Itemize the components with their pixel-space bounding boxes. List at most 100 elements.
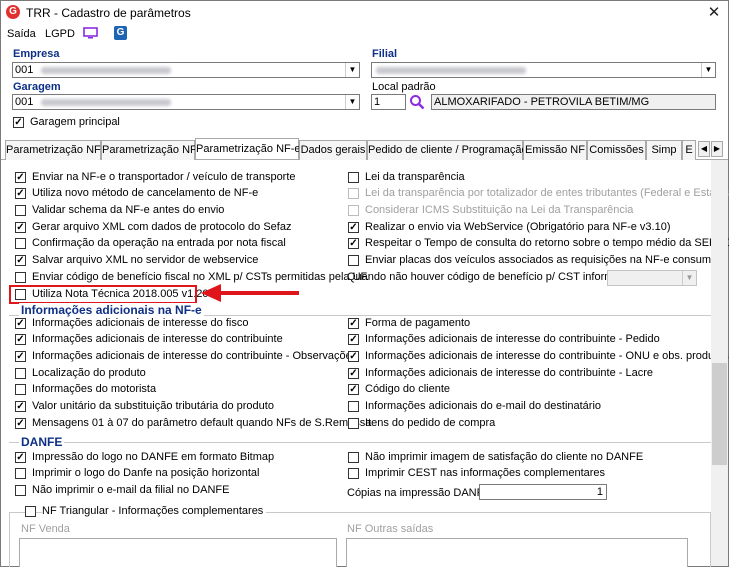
checkbox-danfe-left-2[interactable] [15, 485, 26, 496]
option-label: Informações adicionais de interesse do c… [32, 350, 358, 362]
check-icon: ✓ [14, 117, 23, 128]
checkbox-opt-right-3[interactable]: ✓ [348, 222, 359, 233]
checkbox-info-left-1[interactable]: ✓ [15, 334, 26, 345]
checkbox-info-left-2[interactable]: ✓ [15, 351, 26, 362]
option-label: Código do cliente [365, 383, 451, 395]
checkbox-info-right-2[interactable]: ✓ [348, 351, 359, 362]
checkbox-opt-left-4[interactable] [15, 238, 26, 249]
arrow-left-icon [201, 284, 221, 302]
option-label: Valor unitário da substituição tributári… [32, 400, 274, 412]
checkbox-opt-right-4[interactable]: ✓ [348, 238, 359, 249]
highlight-arrow [219, 291, 299, 295]
option-label: Informações adicionais de interesse do f… [32, 317, 249, 329]
cst-select[interactable]: ▼ [607, 270, 697, 286]
scrollbar-thumb[interactable] [712, 363, 727, 465]
option-label: Realizar o envio via WebService (Obrigat… [365, 221, 671, 233]
checkbox-info-right-3[interactable]: ✓ [348, 368, 359, 379]
checkbox-danfe-left-0[interactable]: ✓ [15, 452, 26, 463]
nf-venda-textarea[interactable] [19, 538, 337, 567]
option-label: Mensagens 01 à 07 do parâmetro default q… [32, 417, 372, 429]
option-label: Respeitar o Tempo de consulta do retorno… [365, 237, 729, 249]
checkbox-info-left-5[interactable]: ✓ [15, 401, 26, 412]
triangular-label: NF Triangular - Informações complementar… [42, 505, 267, 517]
tab-parametrizacao-nfe[interactable]: Parametrização NF-e [195, 138, 301, 159]
checkbox-opt-right-0[interactable] [348, 172, 359, 183]
garagem-code: 001 [15, 96, 34, 108]
local-padrao-code-input[interactable]: 1 [371, 94, 406, 110]
checkbox-danfe-right-0[interactable] [348, 452, 359, 463]
empresa-code: 001 [15, 64, 34, 76]
checkbox-opt-left-6[interactable] [15, 272, 26, 283]
option-label: Lei da transparência por totalizador de … [365, 187, 729, 199]
tab-scroll-right-icon[interactable]: ▶ [711, 141, 723, 157]
tab-parametrizacao-nf-1[interactable]: Parametrização NF [5, 140, 101, 160]
tab-e[interactable]: E [682, 140, 696, 160]
tab-strip: Parametrização NF Parametrização NF Para… [1, 138, 728, 160]
menu-saida[interactable]: Saída [7, 28, 36, 40]
checkbox-opt-right-2[interactable] [348, 205, 359, 216]
checkbox-info-left-4[interactable] [15, 384, 26, 395]
checkbox-info-right-4[interactable]: ✓ [348, 384, 359, 395]
checkbox-opt-right-1[interactable] [348, 188, 359, 199]
option-label: Impressão do logo no DANFE em formato Bi… [32, 451, 275, 463]
tab-pedido-cliente[interactable]: Pedido de cliente / Programação [367, 140, 528, 160]
info-section-title: Informações adicionais na NF-e [19, 303, 204, 317]
option-label: Enviar na NF-e o transportador / veículo… [32, 171, 296, 183]
main-window: G TRR - Cadastro de parâmetros ✕ Saída L… [0, 0, 729, 567]
tab-emissao-nf[interactable]: Emissão NF [523, 140, 587, 160]
checkbox-info-right-6[interactable] [348, 418, 359, 429]
nf-outras-textarea[interactable] [346, 538, 688, 567]
filial-label: Filial [372, 48, 398, 60]
option-label: Considerar ICMS Substituição na Lei da T… [365, 204, 634, 216]
danfe-separator [9, 442, 711, 443]
empresa-select[interactable]: 001 ▼ [12, 62, 360, 78]
tab-parametrizacao-nf-2[interactable]: Parametrização NF [101, 140, 197, 160]
checkbox-info-left-0[interactable]: ✓ [15, 318, 26, 329]
tab-scroll-left-icon[interactable]: ◀ [698, 141, 710, 157]
chevron-down-icon: ▼ [345, 95, 359, 109]
checkbox-info-right-1[interactable]: ✓ [348, 334, 359, 345]
option-label: Enviar código de benefício fiscal no XML… [32, 271, 370, 283]
copias-input[interactable]: 1 [479, 484, 607, 500]
checkbox-info-left-6[interactable]: ✓ [15, 418, 26, 429]
option-label: Enviar placas dos veículos associados as… [365, 254, 718, 266]
filial-name-redacted [376, 66, 526, 74]
option-label: Informações do motorista [32, 383, 157, 395]
garagem-name-redacted [41, 98, 172, 106]
garagem-label: Garagem [13, 81, 61, 93]
checkbox-info-left-3[interactable] [15, 368, 26, 379]
checkbox-opt-left-5[interactable]: ✓ [15, 255, 26, 266]
g-app-icon[interactable]: G [114, 26, 127, 40]
option-label: Lei da transparência [365, 171, 465, 183]
checkbox-info-right-0[interactable]: ✓ [348, 318, 359, 329]
garagem-select[interactable]: 001 ▼ [12, 94, 360, 110]
checkbox-opt-left-3[interactable]: ✓ [15, 222, 26, 233]
option-label: Forma de pagamento [365, 317, 471, 329]
tab-dados-gerais[interactable]: Dados gerais [299, 140, 367, 160]
checkbox-opt-left-0[interactable]: ✓ [15, 172, 26, 183]
checkbox-opt-left-1[interactable]: ✓ [15, 188, 26, 199]
checkbox-danfe-right-1[interactable] [348, 468, 359, 479]
checkbox-opt-left-2[interactable] [15, 205, 26, 216]
option-label: Informações adicionais de interesse do c… [365, 333, 660, 345]
tab-comissoes[interactable]: Comissões [587, 140, 646, 160]
copias-label: Cópias na impressão DANFE [347, 487, 491, 499]
option-label: Informações adicionais de interesse do c… [365, 350, 729, 362]
search-icon[interactable] [409, 94, 425, 110]
local-padrao-label: Local padrão [372, 81, 436, 93]
close-button[interactable]: ✕ [703, 3, 725, 23]
menu-lgpd[interactable]: LGPD [45, 28, 75, 40]
checkbox-danfe-left-1[interactable] [15, 468, 26, 479]
checkbox-opt-right-5[interactable] [348, 255, 359, 266]
garagem-principal-checkbox[interactable]: ✓ [13, 117, 24, 128]
empresa-name-redacted [41, 66, 172, 74]
checkbox-triangular[interactable] [25, 506, 36, 517]
tab-simp[interactable]: Simp [646, 140, 682, 160]
chevron-down-icon: ▼ [345, 63, 359, 77]
checkbox-info-right-5[interactable] [348, 401, 359, 412]
chevron-down-icon: ▼ [701, 63, 715, 77]
filial-select[interactable]: ▼ [371, 62, 716, 78]
option-label: Informações adicionais do e-mail do dest… [365, 400, 602, 412]
nf-venda-label: NF Venda [21, 523, 70, 535]
monitor-icon[interactable] [83, 27, 98, 39]
